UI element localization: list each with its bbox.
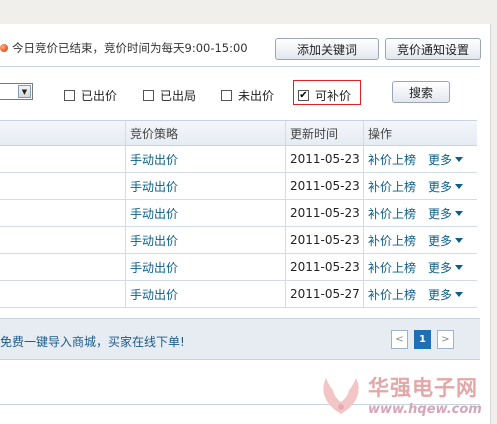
top-strip — [0, 0, 497, 24]
table-header: 竞价策略 更新时间 操作 — [0, 121, 477, 146]
actions-cell: 补价上榜 更多 — [364, 281, 477, 307]
keyword-cell — [0, 227, 126, 253]
table-row: 手动出价 2011-05-27 补价上榜 更多 — [0, 281, 477, 308]
updated-date: 2011-05-23 — [286, 227, 364, 253]
caret-down-icon[interactable] — [455, 237, 464, 243]
filter-label-rebid: 可补价 — [315, 89, 352, 103]
table-row: 手动出价 2011-05-23 补价上榜 更多 — [0, 254, 477, 281]
more-menu[interactable]: 更多 — [428, 232, 464, 249]
rebid-link[interactable]: 补价上榜 — [368, 259, 416, 276]
updated-date: 2011-05-23 — [286, 173, 364, 199]
actions-cell: 补价上榜 更多 — [364, 254, 477, 280]
keyword-cell — [0, 146, 126, 172]
caret-down-icon[interactable] — [455, 156, 464, 162]
filter-label-out: 已出局 — [160, 89, 197, 103]
rebid-link[interactable]: 补价上榜 — [368, 151, 416, 168]
strategy-link[interactable]: 手动出价 — [126, 281, 286, 307]
site-watermark: 华强电子网 www.hqew.com — [318, 366, 497, 424]
more-label[interactable]: 更多 — [428, 205, 452, 222]
actions-cell: 补价上榜 更多 — [364, 173, 477, 199]
more-label[interactable]: 更多 — [428, 178, 452, 195]
table-row: 手动出价 2011-05-23 补价上榜 更多 — [0, 173, 477, 200]
bid-notify-settings-button[interactable]: 竞价通知设置 — [385, 38, 481, 60]
more-label[interactable]: 更多 — [428, 151, 452, 168]
actions-cell: 补价上榜 更多 — [364, 227, 477, 253]
page-prev-button[interactable]: < — [391, 330, 408, 349]
strategy-link[interactable]: 手动出价 — [126, 227, 286, 253]
bid-notice-text: 今日竞价已结束，竞价时间为每天9:00-15:00 — [12, 41, 248, 55]
more-menu[interactable]: 更多 — [428, 178, 464, 195]
table-footer: 免费一键导入商城，买家在线下单! < 1 > — [0, 318, 480, 360]
watermark-name: 华强电子网 — [368, 376, 478, 400]
header-keyword-cell — [0, 121, 126, 145]
watermark-logo-icon — [323, 378, 359, 414]
page-1-button[interactable]: 1 — [414, 330, 431, 349]
keyword-cell — [0, 281, 126, 307]
rebid-link[interactable]: 补价上榜 — [368, 232, 416, 249]
keyword-cell — [0, 173, 126, 199]
more-menu[interactable]: 更多 — [428, 286, 464, 303]
strategy-link[interactable]: 手动出价 — [126, 200, 286, 226]
actions-cell: 补价上榜 更多 — [364, 146, 477, 172]
filter-checkbox-bid[interactable]: 已出价 — [64, 87, 117, 104]
caret-down-icon[interactable] — [455, 291, 464, 297]
watermark-url: www.hqew.com — [368, 402, 482, 417]
checkbox-box[interactable] — [64, 90, 75, 101]
checkbox-box[interactable] — [221, 90, 232, 101]
filter-label-nobid: 未出价 — [238, 89, 275, 103]
more-label[interactable]: 更多 — [428, 232, 452, 249]
caret-down-icon[interactable] — [455, 264, 464, 270]
filter-checkbox-nobid[interactable]: 未出价 — [221, 87, 274, 104]
bid-notice: 今日竞价已结束，竞价时间为每天9:00-15:00 — [0, 40, 248, 56]
caret-down-icon[interactable] — [455, 183, 464, 189]
header-strategy: 竞价策略 — [126, 121, 286, 145]
strategy-link[interactable]: 手动出价 — [126, 254, 286, 280]
keyword-cell — [0, 200, 126, 226]
table-row: 手动出价 2011-05-23 补价上榜 更多 — [0, 200, 477, 227]
more-menu[interactable]: 更多 — [428, 151, 464, 168]
filter-label-bid: 已出价 — [81, 89, 118, 103]
updated-date: 2011-05-23 — [286, 254, 364, 280]
rebid-link[interactable]: 补价上榜 — [368, 286, 416, 303]
search-button[interactable]: 搜索 — [392, 81, 450, 103]
header-updated: 更新时间 — [286, 121, 364, 145]
more-label[interactable]: 更多 — [428, 259, 452, 276]
strategy-link[interactable]: 手动出价 — [126, 146, 286, 172]
checkbox-box[interactable] — [143, 90, 154, 101]
caret-down-icon[interactable] — [455, 210, 464, 216]
updated-date: 2011-05-23 — [286, 146, 364, 172]
keyword-cell — [0, 254, 126, 280]
updated-date: 2011-05-23 — [286, 200, 364, 226]
strategy-link[interactable]: 手动出价 — [126, 173, 286, 199]
filter-checkbox-rebid[interactable]: ✔ 可补价 — [298, 87, 351, 104]
more-menu[interactable]: 更多 — [428, 259, 464, 276]
table-row: 手动出价 2011-05-23 补价上榜 更多 — [0, 227, 477, 254]
more-label[interactable]: 更多 — [428, 286, 452, 303]
status-dot-icon — [0, 44, 8, 52]
updated-date: 2011-05-27 — [286, 281, 364, 307]
filter-select[interactable]: ▼ — [0, 83, 33, 100]
right-scroll-edge — [490, 24, 497, 424]
dropdown-arrow-icon[interactable]: ▼ — [18, 85, 31, 98]
add-keyword-button[interactable]: 添加关键词 — [275, 38, 379, 60]
rebid-link[interactable]: 补价上榜 — [368, 205, 416, 222]
promo-link[interactable]: 免费一键导入商城，买家在线下单! — [0, 333, 185, 350]
more-menu[interactable]: 更多 — [428, 205, 464, 222]
rebid-link[interactable]: 补价上榜 — [368, 178, 416, 195]
actions-cell: 补价上榜 更多 — [364, 200, 477, 226]
header-actions: 操作 — [368, 126, 393, 141]
checkbox-box-checked[interactable]: ✔ — [298, 90, 309, 101]
table-row: 手动出价 2011-05-23 补价上榜 更多 — [0, 146, 477, 173]
keyword-table: 竞价策略 更新时间 操作 手动出价 2011-05-23 补价上榜 更多 手动出… — [0, 120, 477, 308]
page-next-button[interactable]: > — [437, 330, 454, 349]
filter-checkbox-out[interactable]: 已出局 — [143, 87, 196, 104]
